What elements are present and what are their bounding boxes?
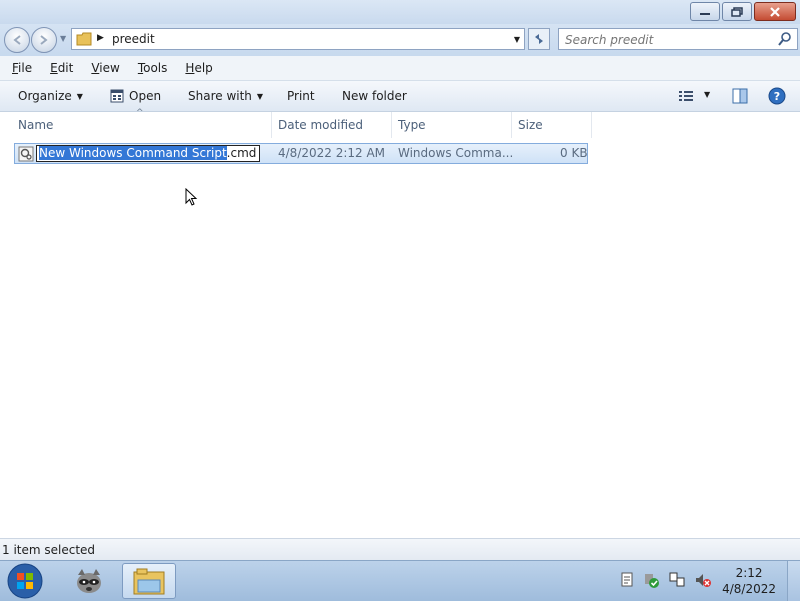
close-button[interactable] — [754, 2, 796, 21]
column-headers: ^ Name Date modified Type Size — [0, 108, 800, 138]
address-dropdown-icon[interactable]: ▼ — [514, 35, 520, 44]
mouse-cursor-icon — [185, 188, 198, 206]
column-header-size[interactable]: Size — [512, 112, 592, 138]
restore-icon — [731, 6, 743, 17]
menu-bar: File Edit View Tools Help — [0, 56, 800, 81]
refresh-icon — [535, 34, 543, 44]
restore-button[interactable] — [722, 2, 752, 21]
rename-selected-text: New Windows Command Script — [39, 146, 227, 160]
status-text: 1 item selected — [2, 543, 96, 557]
svg-text:?: ? — [774, 90, 780, 103]
taskbar-app-explorer[interactable] — [122, 563, 176, 599]
open-icon — [110, 89, 124, 103]
file-date-modified: 4/8/2022 2:12 AM — [278, 146, 386, 160]
back-arrow-icon — [13, 35, 21, 45]
file-type: Windows Comma... — [398, 146, 514, 160]
forward-button[interactable] — [31, 27, 57, 53]
start-button[interactable] — [6, 563, 44, 602]
file-size: 0 KB — [560, 146, 588, 160]
menu-view-label: iew — [99, 61, 120, 75]
open-button[interactable]: Open — [110, 89, 161, 103]
close-icon — [770, 6, 780, 17]
new-folder-button[interactable]: New folder — [342, 89, 407, 103]
clock-date: 4/8/2022 — [722, 582, 776, 596]
column-header-type[interactable]: Type — [392, 112, 512, 138]
folder-icon — [76, 32, 92, 46]
menu-tools-label: ools — [143, 61, 168, 75]
minimize-button[interactable] — [690, 2, 720, 21]
menu-edit-accelerator: E — [50, 61, 58, 75]
minimize-icon — [700, 12, 710, 15]
rename-extension-text: .cmd — [226, 146, 257, 160]
menu-help-label: elp — [194, 61, 213, 75]
title-bar — [0, 0, 800, 24]
cmd-script-icon — [18, 146, 34, 162]
menu-file[interactable]: File — [6, 61, 38, 75]
command-bar: Organize ▼ Open Share with ▼ Print New f… — [0, 81, 800, 112]
menu-file-label: ile — [18, 61, 33, 75]
clock-time: 2:12 — [735, 566, 763, 580]
window-controls — [690, 2, 796, 21]
clock[interactable]: 2:12 4/8/2022 — [722, 565, 776, 597]
preview-pane-icon[interactable] — [732, 88, 748, 104]
action-center-icon[interactable] — [620, 572, 634, 588]
system-tray — [620, 571, 712, 589]
view-options-icon[interactable] — [678, 89, 694, 103]
safely-remove-hardware-icon[interactable] — [642, 571, 660, 589]
menu-edit[interactable]: Edit — [44, 61, 79, 75]
view-dropdown-icon[interactable]: ▼ — [704, 90, 710, 99]
open-label: Open — [129, 89, 162, 103]
breadcrumb-separator-icon[interactable]: ▶ — [97, 33, 104, 43]
new-folder-label: New folder — [342, 89, 407, 103]
search-box[interactable] — [558, 28, 798, 51]
menu-help[interactable]: Help — [179, 61, 218, 75]
search-icon[interactable] — [778, 32, 792, 46]
windows-logo-icon — [7, 563, 43, 599]
address-row: ▼ ▶ preedit ▼ — [0, 24, 800, 56]
chevron-down-icon: ▼ — [76, 91, 83, 101]
address-bar[interactable]: ▶ preedit ▼ — [71, 28, 525, 50]
back-button[interactable] — [4, 27, 30, 53]
organize-button[interactable]: Organize ▼ — [18, 89, 83, 103]
taskbar-app-raccoon[interactable] — [62, 563, 116, 599]
forward-arrow-icon — [40, 35, 48, 45]
search-input[interactable] — [559, 29, 777, 51]
share-with-label: Share with — [188, 89, 252, 103]
show-desktop-button[interactable] — [787, 561, 800, 601]
refresh-button[interactable] — [528, 28, 550, 50]
taskbar: 2:12 4/8/2022 — [0, 560, 800, 601]
share-with-button[interactable]: Share with ▼ — [188, 89, 263, 103]
print-label: Print — [287, 89, 315, 103]
rename-input[interactable]: New Windows Command Script.cmd — [36, 145, 260, 162]
menu-edit-label: dit — [57, 61, 74, 75]
folder-library-icon — [133, 568, 165, 595]
recent-pages-dropdown-icon[interactable]: ▼ — [60, 34, 66, 43]
column-header-name[interactable]: Name — [12, 112, 272, 138]
status-bar: 1 item selected — [0, 538, 800, 560]
volume-muted-icon[interactable] — [694, 571, 712, 589]
chevron-down-icon: ▼ — [256, 91, 264, 101]
network-icon[interactable] — [668, 571, 686, 589]
column-header-date-modified[interactable]: Date modified — [272, 112, 392, 138]
breadcrumb-preedit[interactable]: preedit — [112, 32, 155, 46]
file-row[interactable]: New Windows Command Script.cmd 4/8/2022 … — [14, 143, 588, 164]
organize-label: Organize — [18, 89, 72, 103]
print-button[interactable]: Print — [287, 89, 315, 103]
menu-tools[interactable]: Tools — [132, 61, 174, 75]
menu-view[interactable]: View — [85, 61, 125, 75]
help-icon[interactable]: ? — [768, 87, 786, 105]
raccoon-icon — [77, 569, 101, 593]
